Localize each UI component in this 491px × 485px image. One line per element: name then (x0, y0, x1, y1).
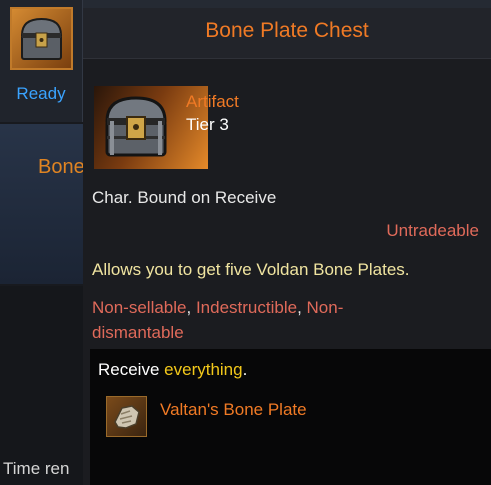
slot-status-label: Ready (16, 84, 66, 103)
bone-plate-icon (114, 405, 140, 429)
reward-item-name[interactable]: Valtan's Bone Plate (160, 400, 307, 420)
background-panel-title: Bone (38, 156, 85, 178)
item-description: Allows you to get five Voldan Bone Plate… (92, 260, 410, 279)
flag-indestructible: Indestructible (195, 298, 298, 317)
reward-prefix: Receive (98, 360, 160, 379)
item-tier: Tier 3 (186, 115, 229, 134)
treasure-chest-icon (105, 96, 167, 157)
background-panel (0, 124, 90, 284)
tooltip-header: Bone Plate Chest (83, 8, 491, 59)
background-lower-panel (0, 286, 90, 485)
reward-instruction: Receive everything. (98, 360, 247, 380)
item-flags: Non-sellable, Indestructible, Non-disman… (92, 295, 412, 345)
flag-separator: , (297, 298, 307, 317)
inventory-slot-chest[interactable] (10, 7, 73, 70)
item-grade: Artifact (186, 92, 239, 111)
treasure-chest-icon (20, 17, 63, 60)
reward-item-icon-frame[interactable] (106, 396, 147, 437)
item-tooltip: Bone Plate Chest Artifact Tier 3 Char. B… (83, 8, 491, 485)
background-footer-text: Time ren (3, 459, 70, 478)
flag-non-sellable: Non-sellable (92, 298, 187, 317)
flag-separator: , (186, 298, 196, 317)
reward-box: Receive everything. Valtan's Bone Plate (90, 349, 491, 485)
reward-suffix: . (242, 360, 248, 379)
inventory-cell: Ready (0, 0, 83, 122)
trade-status: Untradeable (386, 221, 479, 240)
item-title: Bone Plate Chest (205, 19, 369, 42)
reward-highlight: everything (164, 360, 243, 379)
binding-status: Char. Bound on Receive (92, 188, 277, 207)
